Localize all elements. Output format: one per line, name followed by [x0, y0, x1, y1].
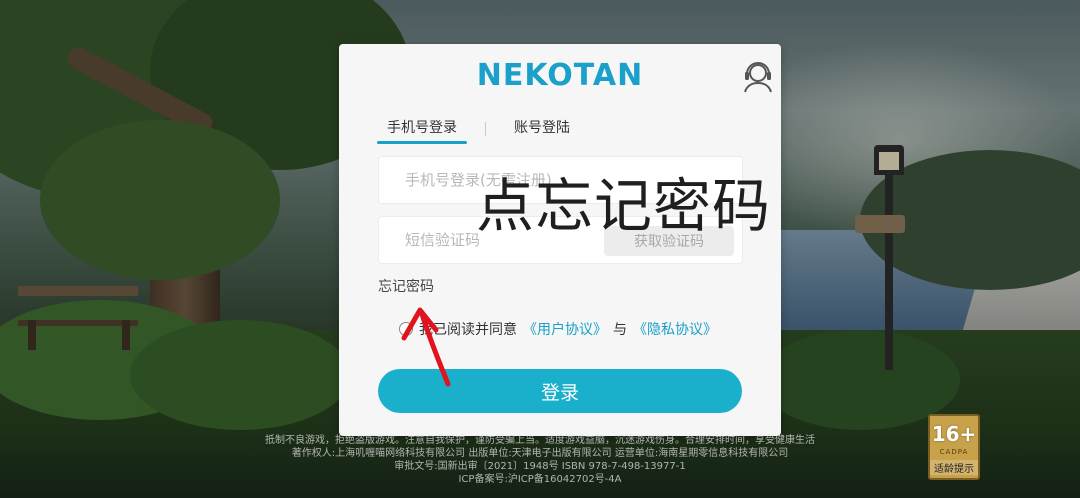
legal-footer: 抵制不良游戏，拒绝盗版游戏。注意自我保护，谨防受骗上当。适度游戏益脑，沉迷游戏伤… — [240, 434, 840, 486]
tab-divider — [485, 122, 486, 136]
brand-logo: NEKOTAN — [476, 58, 644, 93]
customer-service-icon[interactable] — [741, 58, 775, 94]
user-agreement-link[interactable]: 《用户协议》 — [523, 319, 607, 339]
annotation-label: 点忘记密码 — [476, 172, 772, 240]
rating-org: CADPA — [939, 448, 969, 456]
login-method-tabs: 手机号登录 账号登陆 — [377, 118, 580, 148]
footer-line: 审批文号:国新出审〔2021〕1948号 ISBN 978-7-498-1397… — [394, 461, 686, 472]
age-rating-value: 16+ — [931, 422, 977, 446]
privacy-policy-link[interactable]: 《隐私协议》 — [633, 319, 717, 339]
red-arrow-annotation — [401, 307, 451, 387]
tab-account-login[interactable]: 账号登陆 — [504, 118, 580, 144]
footer-line: 著作权人:上海叽喱喵网络科技有限公司 出版单位:天津电子出版有限公司 运营单位:… — [291, 448, 789, 459]
age-tip-label: 适龄提示 — [930, 460, 978, 475]
and-text: 与 — [613, 322, 627, 338]
footer-line: 抵制不良游戏，拒绝盗版游戏。注意自我保护，谨防受骗上当。适度游戏益脑，沉迷游戏伤… — [265, 435, 815, 446]
age-rating-badge[interactable]: 16+ CADPA 适龄提示 — [928, 414, 980, 480]
footer-line: ICP备案号:沪ICP备16042702号-4A — [458, 474, 622, 485]
tab-phone-login[interactable]: 手机号登录 — [377, 118, 467, 144]
